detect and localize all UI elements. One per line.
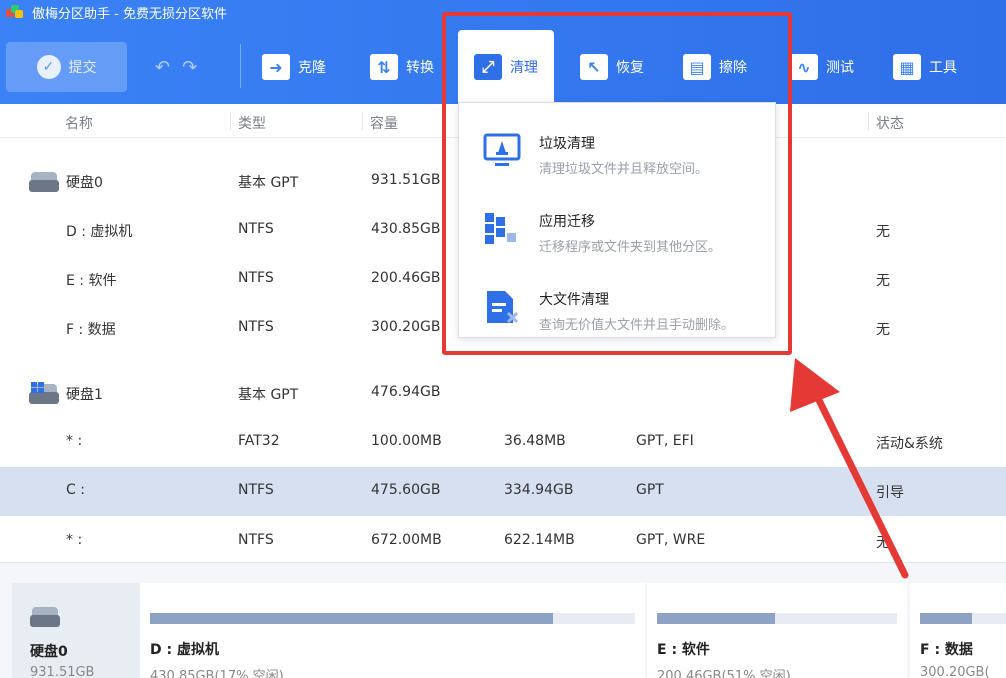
convert-icon: ⇅	[370, 54, 398, 80]
row-name: C :	[66, 482, 85, 498]
row-capacity: 200.46GB	[371, 270, 441, 286]
row-name: E : 软件	[66, 273, 117, 289]
submit-label: 提交	[68, 60, 97, 76]
partition-info: 430.85GB(17% 空闲)	[150, 669, 284, 678]
partition-usage-fill	[657, 613, 775, 624]
row-capacity: 475.60GB	[371, 482, 441, 498]
tools-button[interactable]: ▦ 工具	[893, 42, 957, 92]
partition-card[interactable]: E : 软件 200.46GB(51% 空闲)	[647, 583, 907, 678]
row-type: NTFS	[238, 482, 274, 498]
undo-redo-group: ↶ ↷	[155, 42, 197, 92]
window-title: 傲梅分区助手 - 免费无损分区软件	[32, 6, 227, 22]
hard-disk-icon	[29, 170, 59, 192]
redo-icon[interactable]: ↷	[182, 57, 197, 78]
row-name: * :	[66, 532, 83, 548]
partition-name: F : 数据	[920, 642, 973, 658]
column-divider	[868, 112, 869, 130]
row-type: 基本 GPT	[238, 387, 299, 403]
table-row-selected[interactable]: C : NTFS 475.60GB 334.94GB GPT 引导	[0, 467, 1006, 516]
pulse-icon: ∿	[790, 54, 818, 80]
row-capacity: 931.51GB	[371, 172, 441, 188]
table-row[interactable]: * : FAT32 100.00MB 36.48MB GPT, EFI 活动&系…	[0, 418, 1006, 467]
table-row[interactable]: 硬盘1 基本 GPT 476.94GB	[0, 369, 1006, 418]
row-status: 无	[876, 273, 890, 289]
row-status: 无	[876, 322, 890, 338]
convert-label: 转换	[406, 60, 434, 76]
submit-button[interactable]: ✓ 提交	[6, 42, 127, 92]
row-status: 引导	[876, 485, 904, 501]
row-type: 基本 GPT	[238, 175, 299, 191]
row-status: 活动&系统	[876, 436, 943, 452]
partition-usage-bar	[657, 613, 897, 624]
row-flags: GPT	[636, 482, 664, 498]
row-type: NTFS	[238, 270, 274, 286]
test-label: 测试	[826, 60, 854, 76]
partition-info: 200.46GB(51% 空闲)	[657, 669, 791, 678]
app-window: 傲梅分区助手 - 免费无损分区软件 ✓ 提交 ↶ ↷ ➜ 克隆 ⇅ 转换 ⤢ 清…	[0, 0, 1006, 678]
check-icon: ✓	[36, 55, 61, 79]
hard-disk-icon	[30, 605, 60, 627]
column-status[interactable]: 状态	[876, 113, 904, 133]
row-capacity: 300.20GB	[371, 319, 441, 335]
row-capacity: 430.85GB	[371, 221, 441, 237]
app-logo-icon	[6, 5, 24, 19]
row-flags: GPT, EFI	[636, 433, 694, 449]
column-name[interactable]: 名称	[65, 113, 93, 133]
column-divider	[362, 112, 363, 130]
partition-usage-bar	[920, 613, 1006, 624]
column-capacity[interactable]: 容量	[370, 113, 398, 133]
row-type: NTFS	[238, 221, 274, 237]
row-capacity: 476.94GB	[371, 384, 441, 400]
disk-map-panel: 硬盘0 931.51GB D : 虚拟机 430.85GB(17% 空闲) E …	[0, 562, 1006, 678]
partition-info: 300.20GB(	[920, 665, 990, 678]
clone-label: 克隆	[298, 60, 326, 76]
column-type[interactable]: 类型	[238, 113, 266, 133]
row-used: 36.48MB	[504, 433, 566, 449]
partition-usage-fill	[920, 613, 972, 624]
partition-card[interactable]: F : 数据 300.20GB(	[910, 583, 1006, 678]
row-name: D : 虚拟机	[66, 224, 133, 240]
clone-button[interactable]: ➜ 克隆	[262, 42, 326, 92]
partition-name: E : 软件	[657, 642, 710, 658]
row-type: NTFS	[238, 319, 274, 335]
row-name: * :	[66, 433, 83, 449]
row-capacity: 100.00MB	[371, 433, 442, 449]
disk-name: 硬盘0	[30, 644, 68, 660]
undo-icon[interactable]: ↶	[155, 57, 170, 78]
tools-label: 工具	[929, 60, 957, 76]
table-row[interactable]: * : NTFS 672.00MB 622.14MB GPT, WRE 无	[0, 517, 1006, 566]
disk-size: 931.51GB	[30, 665, 95, 678]
row-status: 无	[876, 224, 890, 240]
partition-card[interactable]: D : 虚拟机 430.85GB(17% 空闲)	[140, 583, 645, 678]
row-used: 622.14MB	[504, 532, 575, 548]
row-status: 无	[876, 535, 890, 551]
row-type: NTFS	[238, 532, 274, 548]
row-type: FAT32	[238, 433, 280, 449]
partition-usage-bar	[150, 613, 635, 624]
disk-card[interactable]: 硬盘0 931.51GB	[12, 583, 140, 678]
partition-name: D : 虚拟机	[150, 642, 219, 658]
column-divider	[230, 112, 231, 130]
annotation-highlight-box	[442, 12, 792, 355]
partition-usage-fill	[150, 613, 553, 624]
test-button[interactable]: ∿ 测试	[790, 42, 854, 92]
convert-button[interactable]: ⇅ 转换	[370, 42, 434, 92]
grid-icon: ▦	[893, 54, 921, 80]
row-name: F : 数据	[66, 322, 116, 338]
row-capacity: 672.00MB	[371, 532, 442, 548]
clone-icon: ➜	[262, 54, 290, 80]
row-name: 硬盘0	[66, 175, 103, 191]
row-used: 334.94GB	[504, 482, 574, 498]
toolbar-divider	[240, 44, 241, 88]
row-flags: GPT, WRE	[636, 532, 706, 548]
windows-disk-icon	[29, 382, 59, 404]
row-name: 硬盘1	[66, 387, 103, 403]
